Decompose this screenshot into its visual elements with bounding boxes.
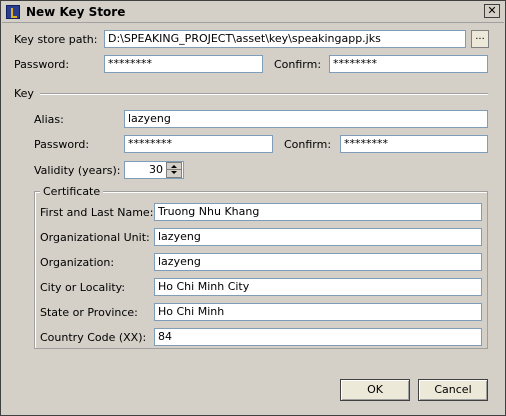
key-confirm-input[interactable]: ********	[340, 135, 488, 153]
cancel-button[interactable]: Cancel	[418, 379, 488, 401]
certificate-group-label: Certificate	[40, 185, 104, 198]
cert-state-input[interactable]: Ho Chi Minh	[154, 303, 482, 321]
key-confirm-label: Confirm:	[284, 138, 332, 151]
alias-label: Alias:	[34, 113, 64, 126]
key-store-path-input[interactable]: D:\SPEAKING_PROJECT\asset\key\speakingap…	[104, 30, 466, 48]
ok-button[interactable]: OK	[340, 379, 410, 401]
cert-country-code-label: Country Code (XX):	[40, 331, 147, 344]
alias-input[interactable]: lazyeng	[124, 110, 488, 128]
keystore-password-label: Password:	[14, 58, 70, 71]
validity-spinner-buttons[interactable]	[166, 162, 182, 178]
spinner-up-icon[interactable]	[167, 163, 181, 170]
key-section-label: Key	[14, 87, 34, 100]
cert-org-unit-label: Organizational Unit:	[40, 231, 150, 244]
keystore-confirm-label: Confirm:	[274, 58, 322, 71]
cert-state-label: State or Province:	[40, 306, 138, 319]
cert-first-last-name-label: First and Last Name:	[40, 206, 154, 219]
spinner-down-icon[interactable]	[167, 170, 181, 177]
dialog-title: New Key Store	[26, 5, 126, 19]
browse-button[interactable]: ...	[471, 30, 489, 48]
cert-city-input[interactable]: Ho Chi Minh City	[154, 278, 482, 296]
close-button[interactable]: ✕	[484, 4, 500, 18]
cert-org-unit-input[interactable]: lazyeng	[154, 228, 482, 246]
key-store-path-label: Key store path:	[14, 33, 98, 46]
key-separator	[40, 93, 488, 95]
key-password-input[interactable]: ********	[124, 135, 273, 153]
validity-label: Validity (years):	[34, 164, 121, 177]
cert-organization-input[interactable]: lazyeng	[154, 253, 482, 271]
cert-city-label: City or Locality:	[40, 281, 126, 294]
keystore-password-input[interactable]: ********	[104, 55, 263, 73]
title-bar: New Key Store ✕	[2, 2, 504, 23]
key-password-label: Password:	[34, 138, 90, 151]
keystore-confirm-input[interactable]: ********	[329, 55, 488, 73]
cert-first-last-name-input[interactable]: Truong Nhu Khang	[154, 203, 482, 221]
app-icon	[6, 5, 20, 19]
cert-country-code-input[interactable]: 84	[154, 328, 482, 346]
cert-organization-label: Organization:	[40, 256, 115, 269]
